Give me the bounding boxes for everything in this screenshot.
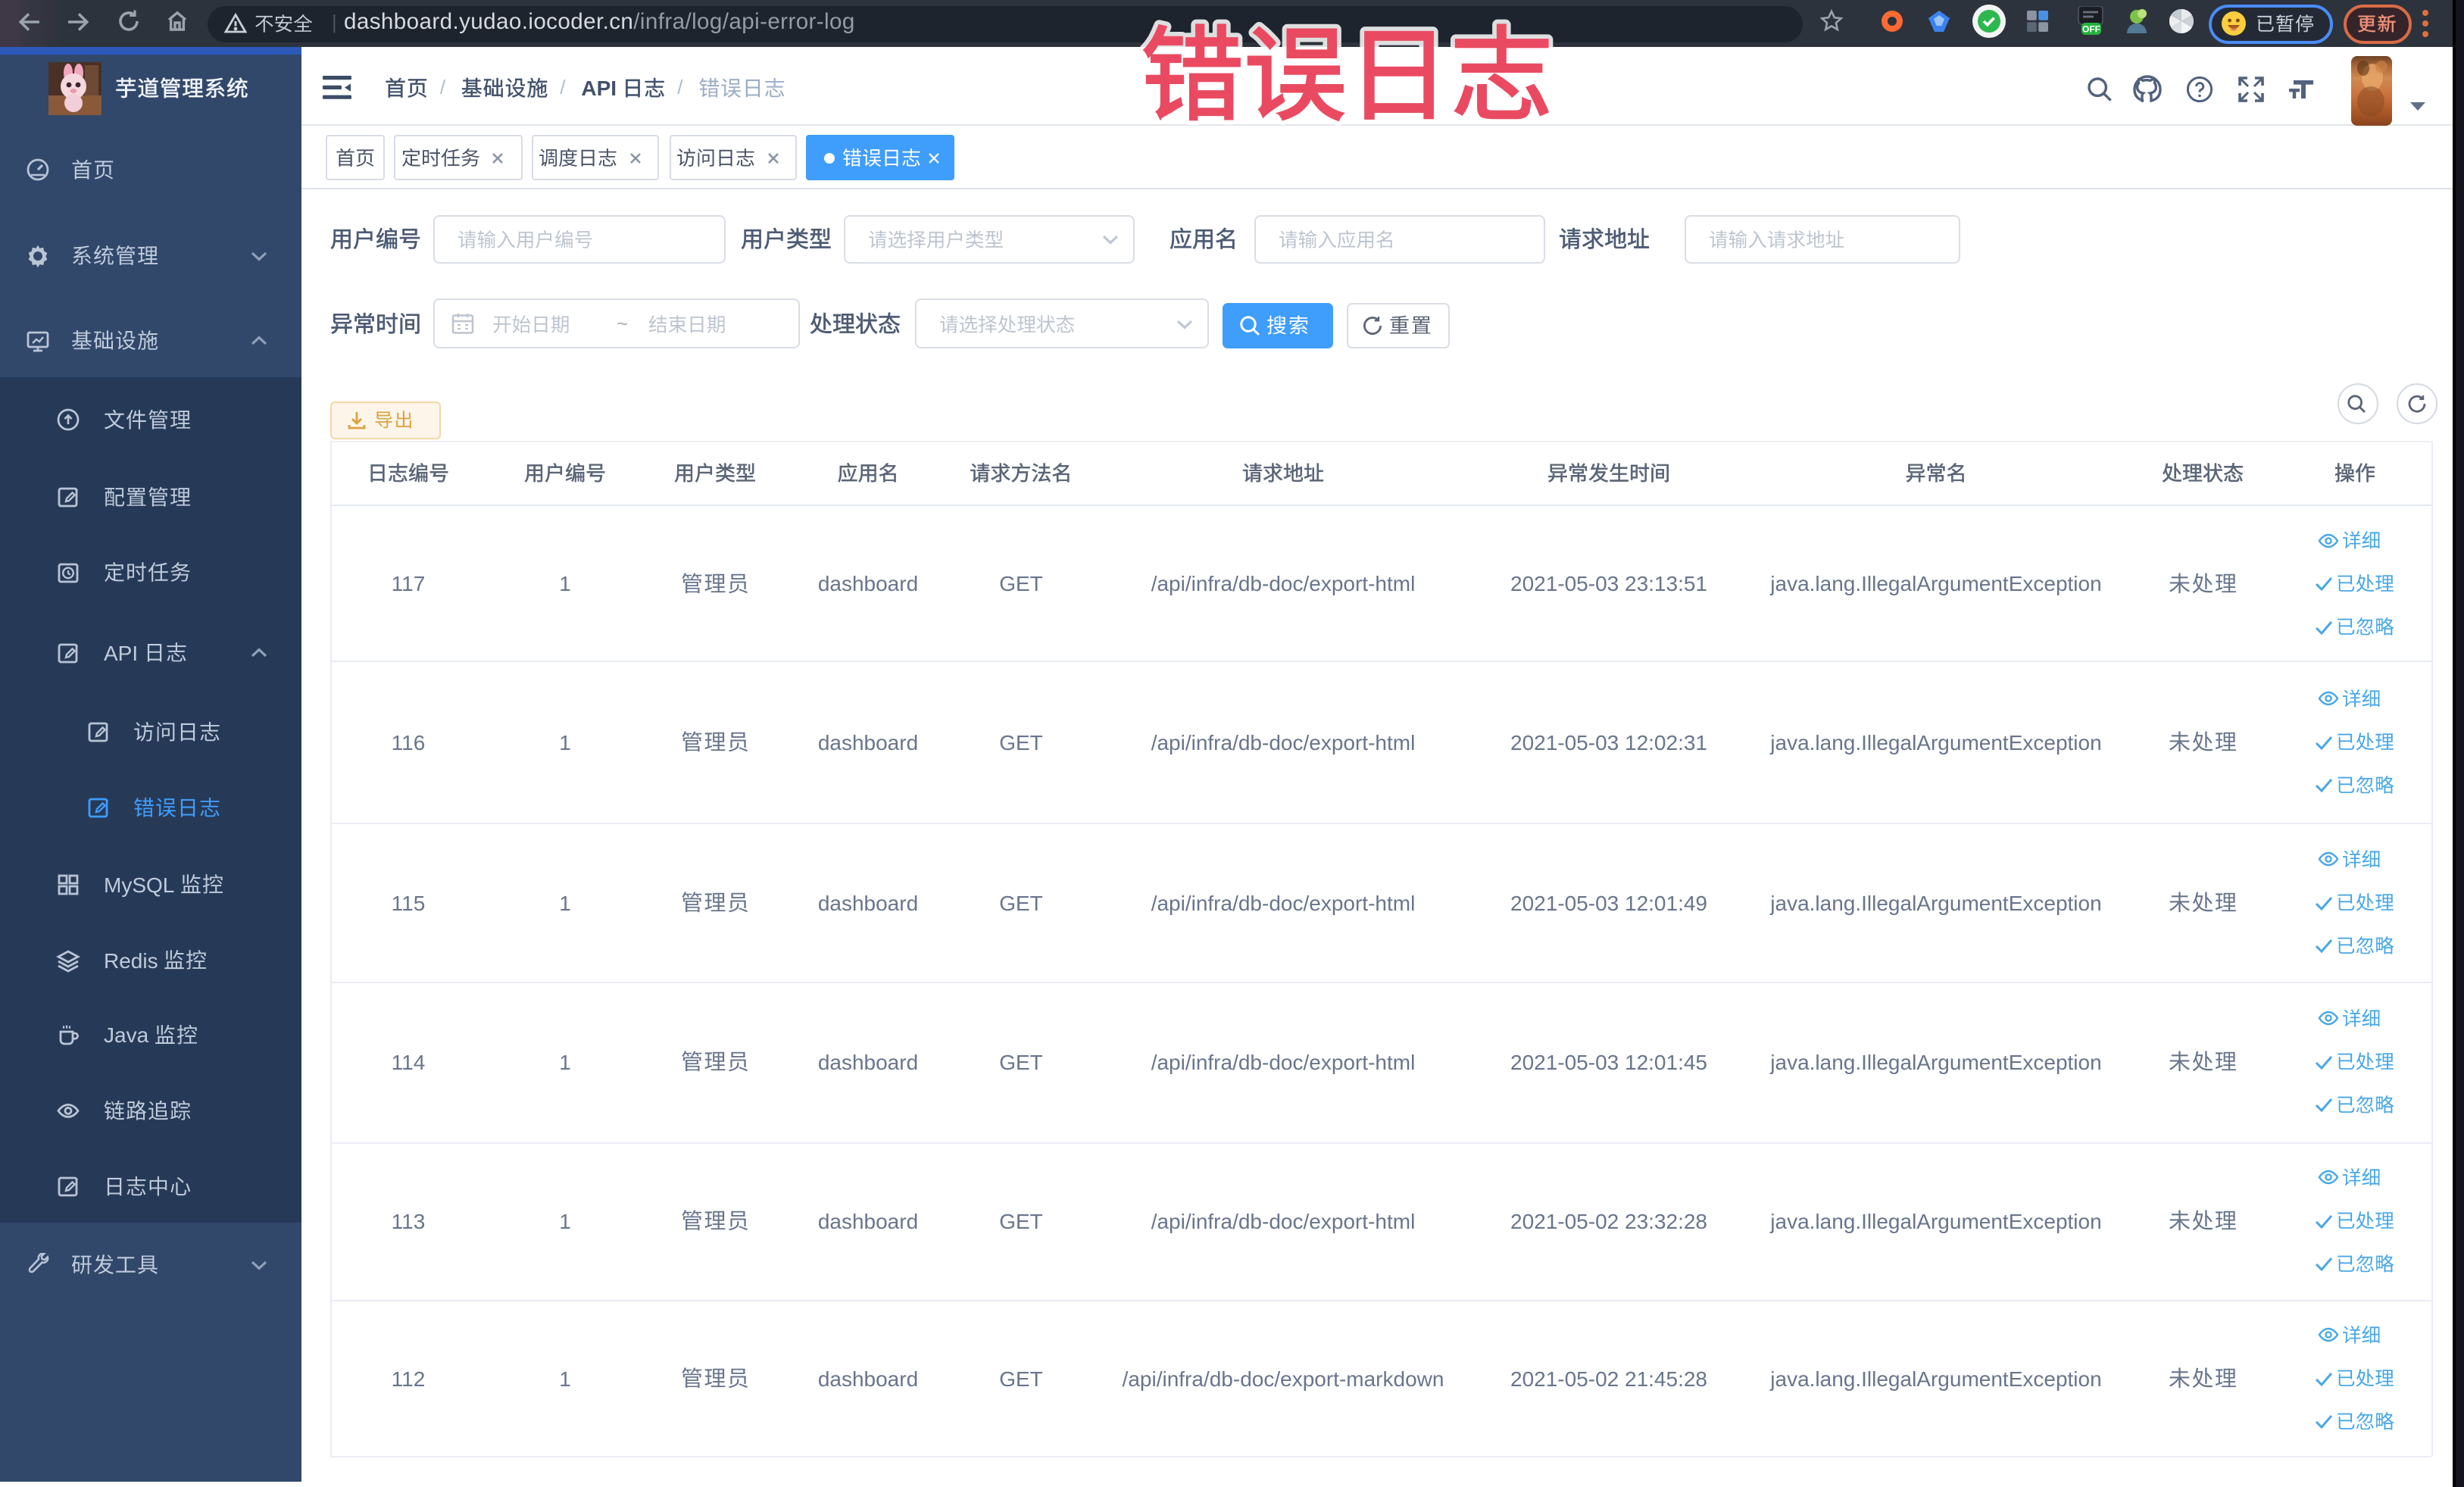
svg-text:OFF: OFF (2082, 24, 2100, 35)
